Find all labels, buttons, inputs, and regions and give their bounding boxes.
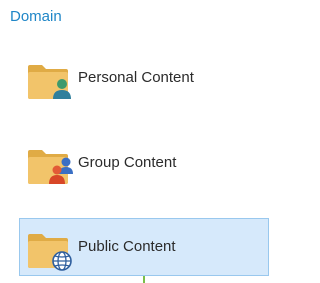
domain-item-group-content[interactable]: Group Content: [19, 134, 269, 192]
domain-item-label: Personal Content: [78, 69, 194, 86]
folder-group-icon: [26, 144, 74, 188]
folder-person-icon: [26, 59, 74, 103]
domain-item-personal-content[interactable]: Personal Content: [19, 49, 269, 107]
domain-item-label: Public Content: [78, 238, 176, 255]
drag-indicator: [143, 276, 145, 283]
domain-title: Domain: [10, 8, 62, 25]
domain-item-label: Group Content: [78, 154, 177, 171]
domain-item-public-content[interactable]: Public Content: [19, 218, 269, 276]
folder-globe-icon: [26, 228, 74, 272]
domain-panel: Domain Personal Content Group Content Pu…: [0, 0, 273, 283]
